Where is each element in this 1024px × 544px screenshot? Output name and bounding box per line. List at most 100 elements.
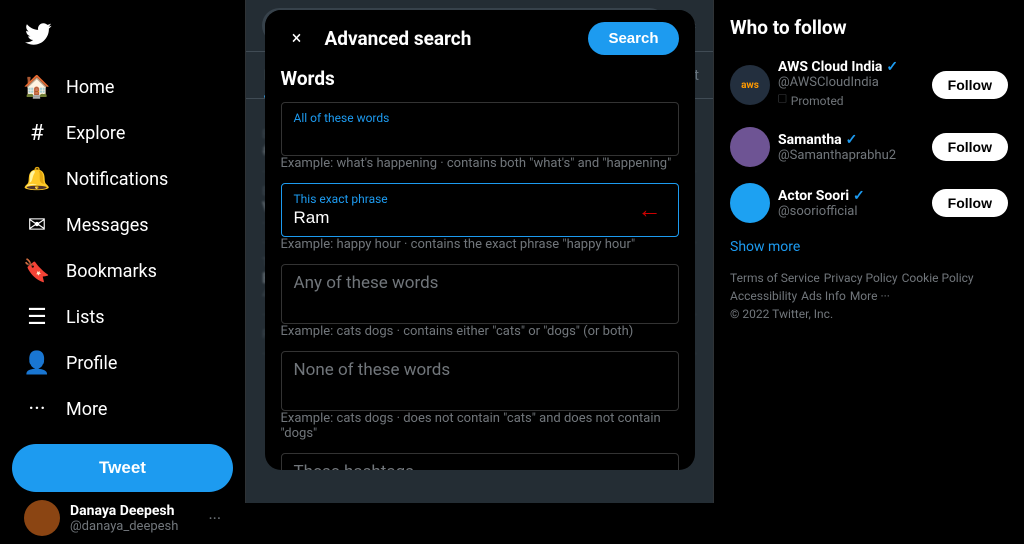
samantha-avatar (730, 127, 770, 167)
profile-icon: 👤 (24, 350, 50, 376)
aws-avatar: aws (730, 65, 770, 105)
sidebar-item-profile-label: Profile (66, 353, 117, 374)
all-words-group: All of these words Example: what's happe… (281, 102, 679, 171)
modal-header-left: × Advanced search (281, 23, 472, 55)
sidebar-item-home[interactable]: 🏠 Home (12, 64, 233, 110)
follow-card-samantha: Samantha ✓ @Samanthaprabhu2 Follow (730, 119, 1008, 175)
samantha-name: Samantha ✓ (778, 132, 924, 148)
exact-phrase-field[interactable]: This exact phrase ← (281, 183, 679, 237)
none-words-example: Example: cats dogs · does not contain "c… (281, 411, 679, 441)
actor-soori-name: Actor Soori ✓ (778, 188, 924, 204)
aws-name: AWS Cloud India ✓ (778, 59, 924, 75)
home-icon: 🏠 (24, 74, 50, 100)
aws-follow-info: AWS Cloud India ✓ @AWSCloudIndia 🗆 Promo… (778, 59, 924, 111)
any-words-example: Example: cats dogs · contains either "ca… (281, 324, 679, 339)
modal-overlay: × Advanced search Search Words All of th… (246, 0, 713, 503)
any-words-field[interactable]: Any of these words (281, 264, 679, 324)
more-options-icon: ··· (208, 509, 221, 528)
any-words-group: Any of these words Example: cats dogs · … (281, 264, 679, 339)
all-words-field[interactable]: All of these words (281, 102, 679, 156)
any-words-input[interactable] (294, 295, 666, 315)
none-words-field[interactable]: None of these words (281, 351, 679, 411)
footer-terms[interactable]: Terms of Service (730, 271, 820, 285)
main-content: 🔍 ⚙ For you Trending News Sports Enterta… (245, 0, 714, 503)
all-words-example: Example: what's happening · contains bot… (281, 156, 679, 171)
exact-phrase-group: This exact phrase ← Example: happy hour … (281, 183, 679, 252)
sidebar-item-notifications[interactable]: 🔔 Notifications (12, 156, 233, 202)
exact-phrase-example: Example: happy hour · contains the exact… (281, 237, 679, 252)
sidebar-item-lists-label: Lists (66, 307, 105, 328)
all-words-input[interactable] (294, 127, 666, 147)
avatar (24, 500, 60, 536)
actor-soori-follow-button[interactable]: Follow (932, 189, 1008, 217)
actor-soori-verified-icon: ✓ (853, 188, 865, 204)
user-display-name: Danaya Deepesh (70, 503, 198, 519)
tweet-button[interactable]: Tweet (12, 444, 233, 492)
footer-privacy[interactable]: Privacy Policy (824, 271, 898, 285)
who-to-follow-title: Who to follow (730, 16, 1008, 39)
user-account[interactable]: Danaya Deepesh @danaya_deepesh ··· (12, 492, 233, 544)
actor-soori-handle: @sooriofficial (778, 204, 924, 219)
footer-ads[interactable]: Ads Info (801, 289, 846, 303)
close-button[interactable]: × (281, 23, 313, 55)
none-words-group: None of these words Example: cats dogs ·… (281, 351, 679, 441)
samantha-verified-icon: ✓ (846, 132, 858, 148)
hashtags-group: These hashtags Example: #ThrowbackThursd… (281, 453, 679, 470)
sidebar-item-profile[interactable]: 👤 Profile (12, 340, 233, 386)
footer-copyright: © 2022 Twitter, Inc. (730, 307, 1008, 321)
follow-card-actor-soori: Actor Soori ✓ @sooriofficial Follow (730, 175, 1008, 231)
exact-phrase-input[interactable] (294, 208, 666, 228)
exact-phrase-label: This exact phrase (294, 192, 666, 206)
modal-title: Advanced search (325, 27, 472, 50)
footer-cookie[interactable]: Cookie Policy (902, 271, 974, 285)
twitter-logo (12, 8, 233, 60)
red-arrow-icon: ← (638, 196, 662, 224)
words-section-title: Words (281, 67, 679, 90)
sidebar-item-bookmarks[interactable]: 🔖 Bookmarks (12, 248, 233, 294)
explore-icon: # (24, 120, 50, 146)
samantha-handle: @Samanthaprabhu2 (778, 148, 924, 163)
sidebar-item-more-label: More (66, 399, 107, 420)
footer-accessibility[interactable]: Accessibility (730, 289, 797, 303)
sidebar-item-home-label: Home (66, 77, 114, 98)
actor-soori-avatar (730, 183, 770, 223)
show-more-link[interactable]: Show more (730, 231, 1008, 263)
modal-body: Words All of these words Example: what's… (265, 67, 695, 470)
any-words-label: Any of these words (294, 273, 666, 293)
none-words-label: None of these words (294, 360, 666, 380)
hashtags-field[interactable]: These hashtags (281, 453, 679, 470)
actor-soori-follow-info: Actor Soori ✓ @sooriofficial (778, 188, 924, 219)
sidebar: 🏠 Home # Explore 🔔 Notifications ✉ Messa… (0, 0, 245, 503)
footer-more[interactable]: More ··· (850, 289, 890, 303)
footer-links: Terms of Service Privacy Policy Cookie P… (730, 271, 1008, 303)
sidebar-item-explore-label: Explore (66, 123, 125, 144)
bookmarks-icon: 🔖 (24, 258, 50, 284)
aws-verified-icon: ✓ (886, 59, 898, 75)
advanced-search-modal: × Advanced search Search Words All of th… (265, 10, 695, 470)
sidebar-item-messages-label: Messages (66, 215, 149, 236)
modal-header: × Advanced search Search (265, 10, 695, 67)
arrow-indicator: ← (638, 196, 662, 225)
hashtags-label: These hashtags (294, 462, 666, 470)
sidebar-item-bookmarks-label: Bookmarks (66, 261, 157, 282)
sidebar-item-more[interactable]: ··· More (12, 386, 233, 432)
samantha-follow-info: Samantha ✓ @Samanthaprabhu2 (778, 132, 924, 163)
notifications-icon: 🔔 (24, 166, 50, 192)
none-words-input[interactable] (294, 382, 666, 402)
follow-card-aws: aws AWS Cloud India ✓ @AWSCloudIndia 🗆 P… (730, 51, 1008, 119)
search-button[interactable]: Search (588, 22, 678, 55)
all-words-label: All of these words (294, 111, 666, 125)
sidebar-item-messages[interactable]: ✉ Messages (12, 202, 233, 248)
right-sidebar: Who to follow aws AWS Cloud India ✓ @AWS… (714, 0, 1024, 503)
messages-icon: ✉ (24, 212, 50, 238)
aws-handle: @AWSCloudIndia (778, 75, 924, 90)
lists-icon: ☰ (24, 304, 50, 330)
promoted-icon: 🗆 (778, 90, 787, 111)
user-handle: @danaya_deepesh (70, 519, 198, 534)
aws-follow-button[interactable]: Follow (932, 71, 1008, 99)
samantha-follow-button[interactable]: Follow (932, 133, 1008, 161)
more-icon: ··· (24, 396, 50, 422)
sidebar-item-explore[interactable]: # Explore (12, 110, 233, 156)
user-info: Danaya Deepesh @danaya_deepesh (70, 503, 198, 534)
sidebar-item-lists[interactable]: ☰ Lists (12, 294, 233, 340)
